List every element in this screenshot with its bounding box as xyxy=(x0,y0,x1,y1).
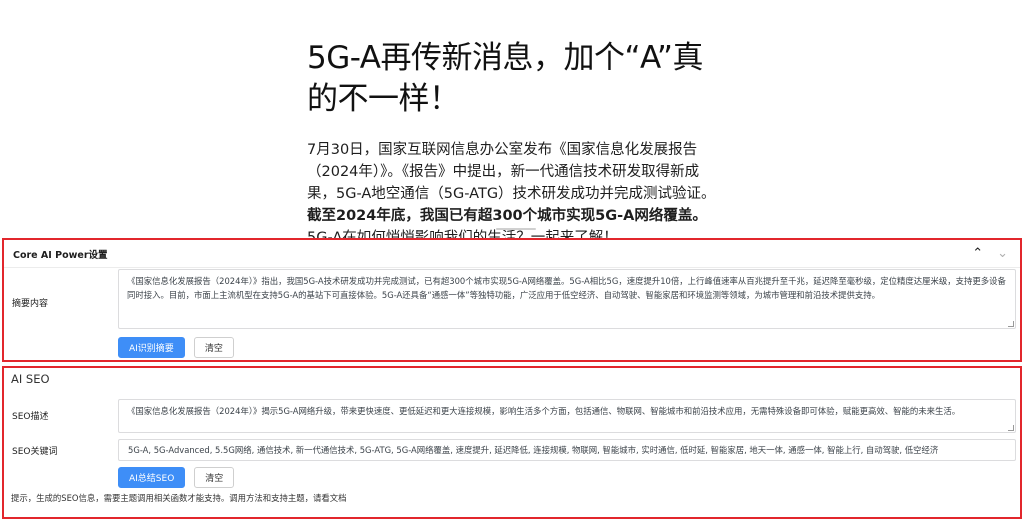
summary-textarea[interactable]: 《国家信息化发展报告（2024年）》指出，我国5G-A技术研发成功并完成测试，已… xyxy=(118,269,1016,329)
lead-bold-text: 截至2024年底，我国已有超300个城市实现5G-A网络覆盖。 xyxy=(307,208,707,224)
ai-seo-panel: AI SEO SEO描述 《国家信息化发展报告（2024年）》揭示5G-A网络升… xyxy=(2,366,1022,519)
scroll-indicator xyxy=(496,228,536,230)
seo-desc-label: SEO描述 xyxy=(12,412,49,422)
chevron-up-icon[interactable]: ⌃ xyxy=(972,246,983,261)
ai-summary-button[interactable]: AI识别摘要 xyxy=(118,337,185,358)
seo-keywords-text: 5G-A, 5G-Advanced, 5.5G网络, 通信技术, 新一代通信技术… xyxy=(128,445,939,455)
panel-title: Core AI Power设置 xyxy=(13,249,108,261)
clear-summary-button[interactable]: 清空 xyxy=(193,337,234,358)
ai-seo-button[interactable]: AI总结SEO xyxy=(118,467,186,488)
seo-actions: AI总结SEO 清空 xyxy=(118,467,235,488)
clear-seo-button[interactable]: 清空 xyxy=(194,467,235,488)
summary-text: 《国家信息化发展报告（2024年）》指出，我国5G-A技术研发成功并完成测试，已… xyxy=(127,276,1006,300)
core-ai-panel: Core AI Power设置 ⌃ ⌄ 摘要内容 《国家信息化发展报告（2024… xyxy=(2,238,1022,362)
article: 5G-A再传新消息，加个“A”真的不一样！ 7月30日，国家互联网信息办公室发布… xyxy=(307,38,717,249)
summary-actions: AI识别摘要 清空 xyxy=(118,337,234,358)
resize-handle[interactable] xyxy=(1008,321,1014,327)
summary-row: 摘要内容 xyxy=(12,296,118,309)
seo-desc-text: 《国家信息化发展报告（2024年）》揭示5G-A网络升级，带来更快速度、更低延迟… xyxy=(127,406,961,416)
chevron-down-icon[interactable]: ⌄ xyxy=(997,246,1008,261)
summary-label: 摘要内容 xyxy=(12,299,49,309)
seo-keywords-input[interactable]: 5G-A, 5G-Advanced, 5.5G网络, 通信技术, 新一代通信技术… xyxy=(118,439,1016,461)
article-lead: 7月30日，国家互联网信息办公室发布《国家信息化发展报告（2024年）》。《报告… xyxy=(307,139,717,249)
seo-panel-title: AI SEO xyxy=(11,372,50,386)
panel-toggles: ⌃ ⌄ xyxy=(972,246,1008,261)
lead-text: 7月30日，国家互联网信息办公室发布《国家信息化发展报告（2024年）》。《报告… xyxy=(307,142,716,202)
seo-keywords-label: SEO关键词 xyxy=(12,447,58,457)
panel-header: Core AI Power设置 ⌃ ⌄ xyxy=(4,240,1020,268)
resize-handle[interactable] xyxy=(1008,425,1014,431)
article-title: 5G-A再传新消息，加个“A”真的不一样！ xyxy=(307,40,703,117)
seo-desc-textarea[interactable]: 《国家信息化发展报告（2024年）》揭示5G-A网络升级，带来更快速度、更低延迟… xyxy=(118,399,1016,433)
seo-tip: 提示，生成的SEO信息，需要主题调用相关函数才能支持。调用方法和支持主题，请看文… xyxy=(11,493,347,503)
